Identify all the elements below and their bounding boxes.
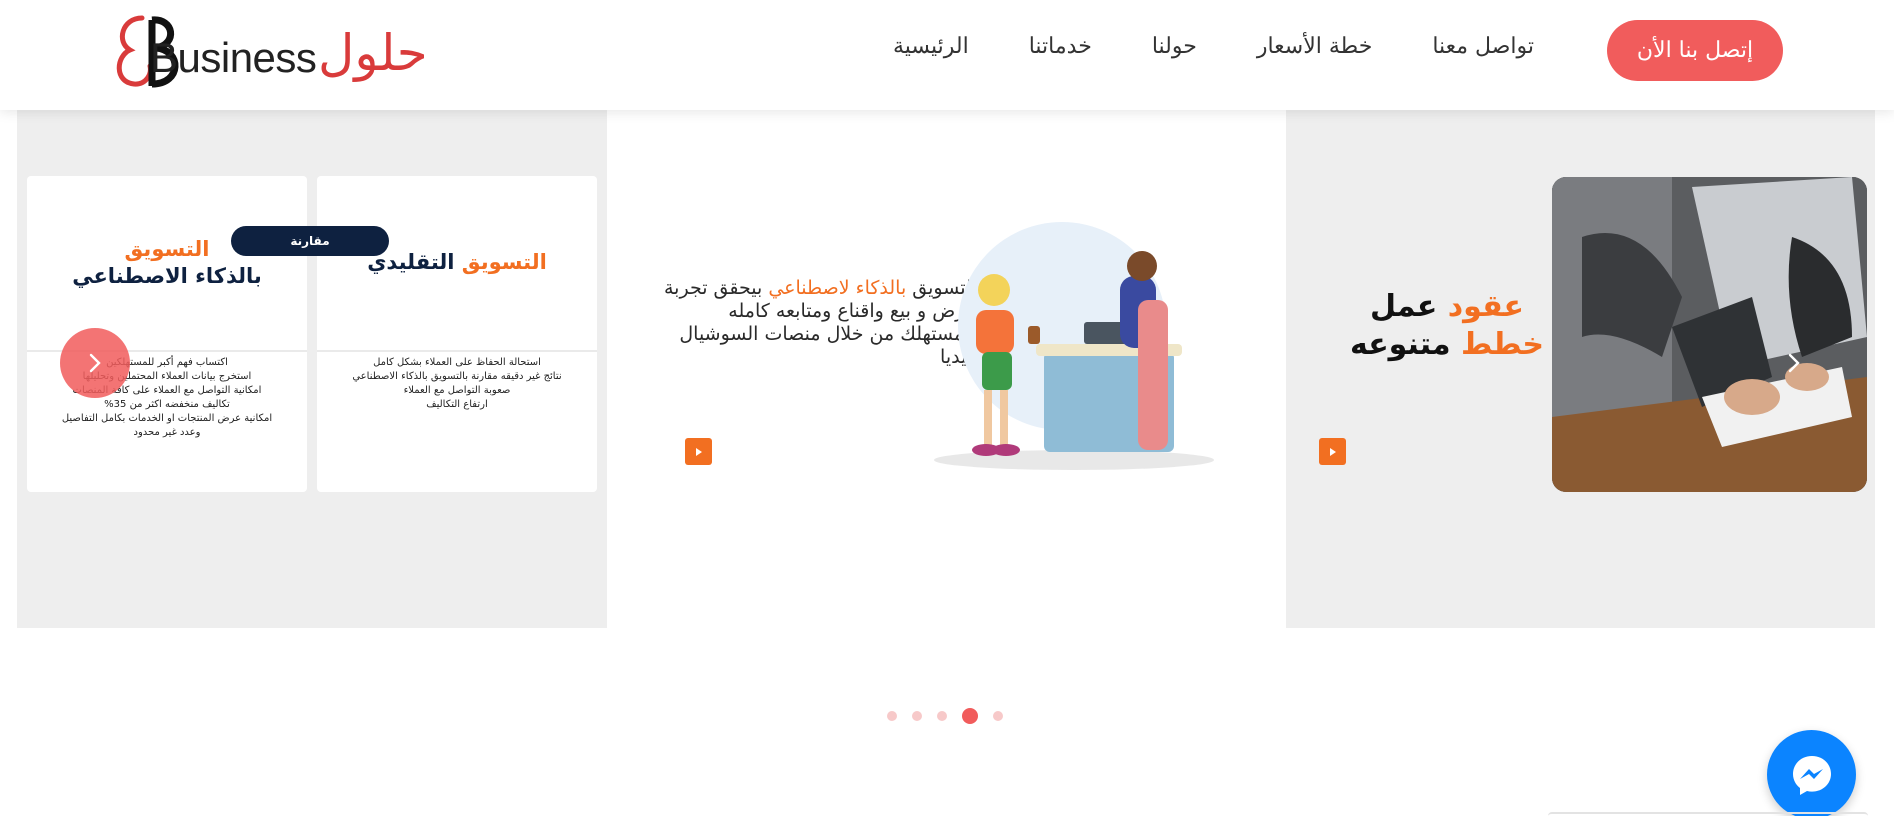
card-traditional-header: التسويق التقليدي	[317, 176, 597, 352]
slider-dot[interactable]	[993, 711, 1003, 721]
slide-ai-play-button[interactable]	[685, 438, 712, 465]
slide-contracts-line2-orange: خطط	[1461, 327, 1544, 362]
slide-ai-marketing: التسويق بالذكاء لاصطناعي بيحقق تجربة عرض…	[607, 110, 1286, 628]
nav-item-services[interactable]: خدماتنا	[1029, 34, 1092, 59]
slider-pagination	[887, 708, 1003, 724]
nav-item-home[interactable]: الرئيسية	[893, 34, 969, 59]
slider-dot[interactable]	[937, 711, 947, 721]
slider-dot[interactable]	[962, 708, 978, 724]
play-icon	[695, 447, 702, 456]
slider-prev-button[interactable]	[60, 328, 130, 398]
slide-ai-text-highlight: بالذكاء لاصطناعي	[768, 277, 907, 299]
card-traditional-marketing: التسويق التقليدي استحالة الحفاظ على العم…	[317, 176, 597, 492]
card-ai-marketing: التسويق بالذكاء الاصطناعي اكتساب فهم أكب…	[27, 176, 307, 492]
card-traditional-title: التسويق التقليدي	[367, 249, 547, 276]
chevron-right-icon	[1788, 353, 1800, 373]
contact-now-button[interactable]: إتصل بنا الأن	[1607, 20, 1783, 81]
page: Business حلول الرئيسية خدماتنا حولنا خطة…	[0, 0, 1894, 816]
list-item: امكانية عرض المنتجات او الخدمات بكامل ال…	[61, 413, 273, 424]
nav-item-contact[interactable]: تواصل معنا	[1432, 34, 1534, 59]
slider-dot[interactable]	[887, 711, 897, 721]
messenger-icon	[1792, 755, 1831, 795]
site-logo[interactable]: Business حلول	[108, 12, 428, 90]
nav-item-about[interactable]: حولنا	[1152, 34, 1197, 59]
slider-dot[interactable]	[912, 711, 922, 721]
contract-photo-graphic	[1552, 177, 1867, 492]
shop-illustration	[934, 222, 1214, 470]
card-traditional-list: استحالة الحفاظ على العملاء بشكل كامل نتا…	[317, 356, 597, 412]
chevron-left-icon	[89, 353, 101, 373]
list-item: استحالة الحفاظ على العملاء بشكل كامل	[373, 357, 541, 368]
site-header: Business حلول الرئيسية خدماتنا حولنا خطة…	[0, 0, 1894, 110]
slide-contracts-line1-dark: عمل	[1369, 289, 1448, 324]
bottom-widget-edge	[1548, 812, 1868, 816]
messenger-chat-button[interactable]	[1767, 730, 1856, 816]
list-item: نتائج غير دقيقه مقارنة بالتسويق بالذكاء …	[352, 371, 562, 382]
play-icon	[1329, 447, 1336, 456]
slide-contracts-play-button[interactable]	[1319, 438, 1346, 465]
logo-arabic-text: حلول	[318, 24, 428, 82]
slide-contracts-line2: خطط متنوعه	[1322, 326, 1572, 364]
card-ai-title-dark: بالذكاء الاصطناعي	[72, 264, 262, 288]
list-item: وعدد غير محدود	[133, 427, 201, 438]
slider-next-button[interactable]	[1759, 328, 1829, 398]
slide-contracts-title: عقود عمل خطط متنوعه	[1322, 288, 1572, 364]
card-traditional-title-orange: التسويق	[461, 250, 547, 275]
slide-contracts-line2-dark: متنوعه	[1350, 327, 1462, 362]
logo-text: Business	[150, 34, 317, 81]
comparison-badge: مقارنة	[231, 226, 389, 256]
card-ai-header: التسويق بالذكاء الاصطناعي	[27, 176, 307, 352]
list-item: صعوبة التواصل مع العملاء	[403, 385, 511, 396]
list-item: تكاليف منخفضه اكثر من 35%	[104, 399, 230, 410]
contract-signing-photo	[1552, 177, 1867, 492]
slide-contracts-line1: عقود عمل	[1322, 288, 1572, 326]
nav-item-pricing[interactable]: خطة الأسعار	[1257, 34, 1372, 59]
list-item: ارتفاع التكاليف	[426, 399, 488, 410]
main-nav: الرئيسية خدماتنا حولنا خطة الأسعار تواصل…	[893, 34, 1534, 59]
slide-contracts-line1-orange: عقود	[1447, 289, 1525, 324]
